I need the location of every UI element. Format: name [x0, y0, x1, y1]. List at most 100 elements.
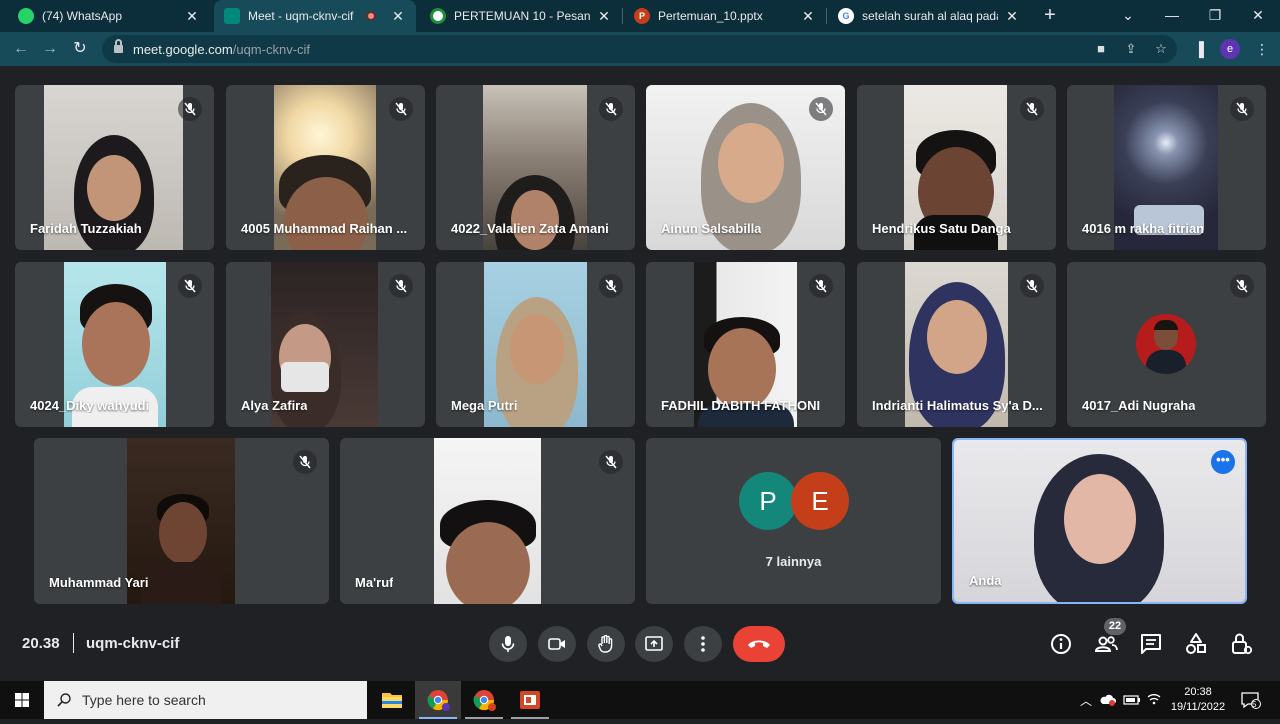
participant-name: Ma'ruf	[355, 575, 394, 590]
tab-powerpoint[interactable]: P Pertemuan_10.pptx ✕	[624, 0, 826, 32]
minimize-window-icon[interactable]: —	[1150, 0, 1194, 32]
show-hidden-icons-chevron-icon[interactable]: ︿	[1080, 692, 1092, 709]
participant-tile[interactable]: Ainun Salsabilla	[646, 85, 845, 250]
participant-tile[interactable]: 4022_Valalien Zata Amani	[436, 85, 635, 250]
address-bar[interactable]: meet.google.com/uqm-cknv-cif ■ ⇪ ☆	[102, 35, 1177, 63]
restore-window-icon[interactable]: ❐	[1193, 0, 1237, 32]
participant-tile[interactable]: Muhammad Yari	[34, 438, 329, 604]
activities-shapes-icon[interactable]	[1183, 631, 1209, 657]
search-icon	[57, 693, 71, 707]
present-screen-button[interactable]	[635, 626, 673, 662]
forward-arrow-icon[interactable]: →	[38, 37, 62, 61]
people-icon[interactable]	[1093, 631, 1119, 657]
tab-meet[interactable]: Meet - uqm-cknv-cif ✕	[214, 0, 416, 32]
powerpoint-icon	[520, 691, 540, 709]
bookmark-star-icon[interactable]: ☆	[1152, 40, 1170, 58]
leave-call-button[interactable]	[733, 626, 785, 662]
camera-in-use-icon[interactable]: ■	[1092, 40, 1110, 58]
close-tab-icon[interactable]: ✕	[800, 8, 816, 25]
others-tile[interactable]: P E 7 lainnya	[646, 438, 941, 604]
participant-tile[interactable]: Alya Zafira	[226, 262, 425, 427]
mic-off-icon	[599, 274, 623, 298]
new-tab-button[interactable]: +	[1038, 4, 1062, 28]
participant-name: Mega Putri	[451, 398, 518, 413]
tab-separator	[622, 8, 623, 24]
participant-tile[interactable]: Faridah Tuzzakiah	[15, 85, 214, 250]
taskbar-clock[interactable]: 20:38 19/11/2022	[1160, 685, 1236, 715]
participant-tile[interactable]: 4016 m rakha fitrian	[1067, 85, 1266, 250]
taskbar-chrome-active[interactable]	[415, 681, 461, 719]
battery-icon[interactable]	[1123, 694, 1141, 706]
recording-indicator-icon	[366, 11, 376, 21]
meeting-details-info-icon[interactable]	[1048, 631, 1074, 657]
others-avatar-initial: E	[791, 472, 849, 530]
mic-off-icon	[809, 97, 833, 121]
self-tile[interactable]: ••• Anda	[952, 438, 1247, 604]
tab-google-search[interactable]: G setelah surah al alaq pada su ✕	[828, 0, 1030, 32]
chat-icon[interactable]	[1138, 631, 1164, 657]
participant-tile[interactable]: Mega Putri	[436, 262, 635, 427]
tab-classroom[interactable]: PERTEMUAN 10 - Pesantren I ✕	[420, 0, 622, 32]
raise-hand-button[interactable]	[587, 626, 625, 662]
clock-time: 20:38	[1184, 686, 1212, 698]
close-tab-icon[interactable]: ✕	[596, 8, 612, 25]
participant-name: 4022_Valalien Zata Amani	[451, 221, 609, 236]
close-tab-icon[interactable]: ✕	[184, 8, 200, 25]
participant-tile[interactable]: Hendrikus Satu Danga	[857, 85, 1056, 250]
participant-name: 4005 Muhammad Raihan ...	[241, 221, 408, 236]
lock-icon	[114, 39, 123, 54]
participant-tile[interactable]: FADHIL DABITH FATHONI	[646, 262, 845, 427]
host-controls-lock-icon[interactable]	[1228, 631, 1254, 657]
close-window-icon[interactable]: ✕	[1236, 0, 1280, 32]
tab-title: setelah surah al alaq pada su	[862, 9, 998, 23]
participant-tile[interactable]: 4017_Adi Nugraha	[1067, 262, 1266, 427]
tab-separator	[826, 8, 827, 24]
video-camera-icon	[548, 638, 565, 650]
taskbar-powerpoint[interactable]	[507, 681, 553, 719]
clock-date: 19/11/2022	[1170, 701, 1226, 713]
end-call-icon	[748, 640, 770, 648]
side-panel-icon[interactable]: ▐	[1187, 37, 1211, 61]
reload-icon[interactable]: ↻	[68, 37, 92, 61]
tab-whatsapp[interactable]: (74) WhatsApp ✕	[8, 0, 210, 32]
onedrive-icon[interactable]	[1100, 693, 1116, 707]
taskbar-chrome-profile[interactable]	[461, 681, 507, 719]
camera-button[interactable]	[538, 626, 576, 662]
participant-tile[interactable]: Indrianti Halimatus Sy'a D...	[857, 262, 1056, 427]
notification-center-icon[interactable]	[1240, 691, 1262, 709]
participant-tile[interactable]: Ma'ruf	[340, 438, 635, 604]
menu-kebab-icon[interactable]: ⋮	[1250, 37, 1274, 61]
participant-name: 4017_Adi Nugraha	[1082, 398, 1196, 413]
microphone-button[interactable]	[489, 626, 527, 662]
tab-search-chevron-icon[interactable]: ⌄	[1106, 0, 1150, 32]
others-avatar-initial: P	[739, 472, 797, 530]
more-options-button[interactable]	[684, 626, 722, 662]
participant-name: Hendrikus Satu Danga	[872, 221, 1011, 236]
more-options-icon[interactable]: •••	[1211, 450, 1235, 474]
mic-off-icon	[599, 450, 623, 474]
back-arrow-icon[interactable]: ←	[9, 37, 33, 61]
mic-off-icon	[178, 274, 202, 298]
meet-stage: Faridah Tuzzakiah 4005 Muhammad Raihan .…	[0, 66, 1280, 681]
chrome-icon	[473, 690, 496, 711]
taskbar-search-box[interactable]: Type here to search	[44, 681, 367, 719]
participant-name: 4024_Diky wahyudi	[30, 398, 150, 413]
mic-off-icon	[178, 97, 202, 121]
browser-toolbar: ← → ↻ meet.google.com/uqm-cknv-cif ■ ⇪ ☆…	[0, 32, 1280, 66]
file-explorer-icon	[382, 693, 402, 708]
close-tab-icon[interactable]: ✕	[1004, 8, 1020, 25]
close-tab-icon[interactable]: ✕	[390, 8, 406, 25]
browser-tab-strip: (74) WhatsApp ✕ Meet - uqm-cknv-cif ✕ PE…	[0, 0, 1280, 32]
participant-name: Muhammad Yari	[49, 575, 149, 590]
mic-off-icon	[293, 450, 317, 474]
self-name: Anda	[969, 573, 1002, 588]
taskbar-file-explorer[interactable]	[369, 681, 415, 719]
participant-tile[interactable]: 4024_Diky wahyudi	[15, 262, 214, 427]
profile-avatar[interactable]: e	[1220, 39, 1240, 59]
raise-hand-icon	[598, 634, 613, 653]
participant-tile[interactable]: 4005 Muhammad Raihan ...	[226, 85, 425, 250]
start-button[interactable]	[0, 681, 44, 719]
share-icon[interactable]: ⇪	[1122, 40, 1140, 58]
whatsapp-icon	[18, 8, 34, 24]
participant-video	[434, 438, 541, 604]
